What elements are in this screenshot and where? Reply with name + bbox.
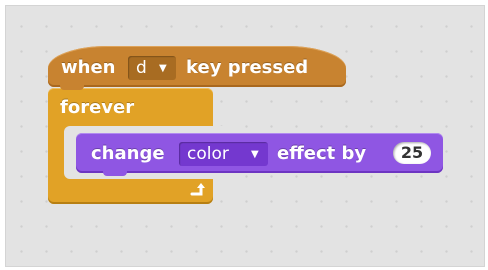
dropdown-arrow-icon: ▼ [251,149,259,160]
key-dropdown-value: d [136,58,147,78]
effect-by-label: effect by [277,143,367,164]
effect-dropdown-value: color [187,144,229,164]
hat-block-tab [60,84,84,90]
effect-dropdown[interactable]: color ▼ [179,142,268,166]
looks-block-notch [103,170,127,176]
loop-arrow-icon [190,183,205,196]
change-label: change [91,143,165,164]
dropdown-arrow-icon: ▼ [159,63,167,74]
forever-label: forever [60,97,135,118]
effect-amount-input[interactable]: 25 [393,142,431,164]
key-pressed-label: key pressed [186,57,309,78]
when-label: when [61,57,116,78]
key-dropdown[interactable]: d ▼ [128,56,176,80]
